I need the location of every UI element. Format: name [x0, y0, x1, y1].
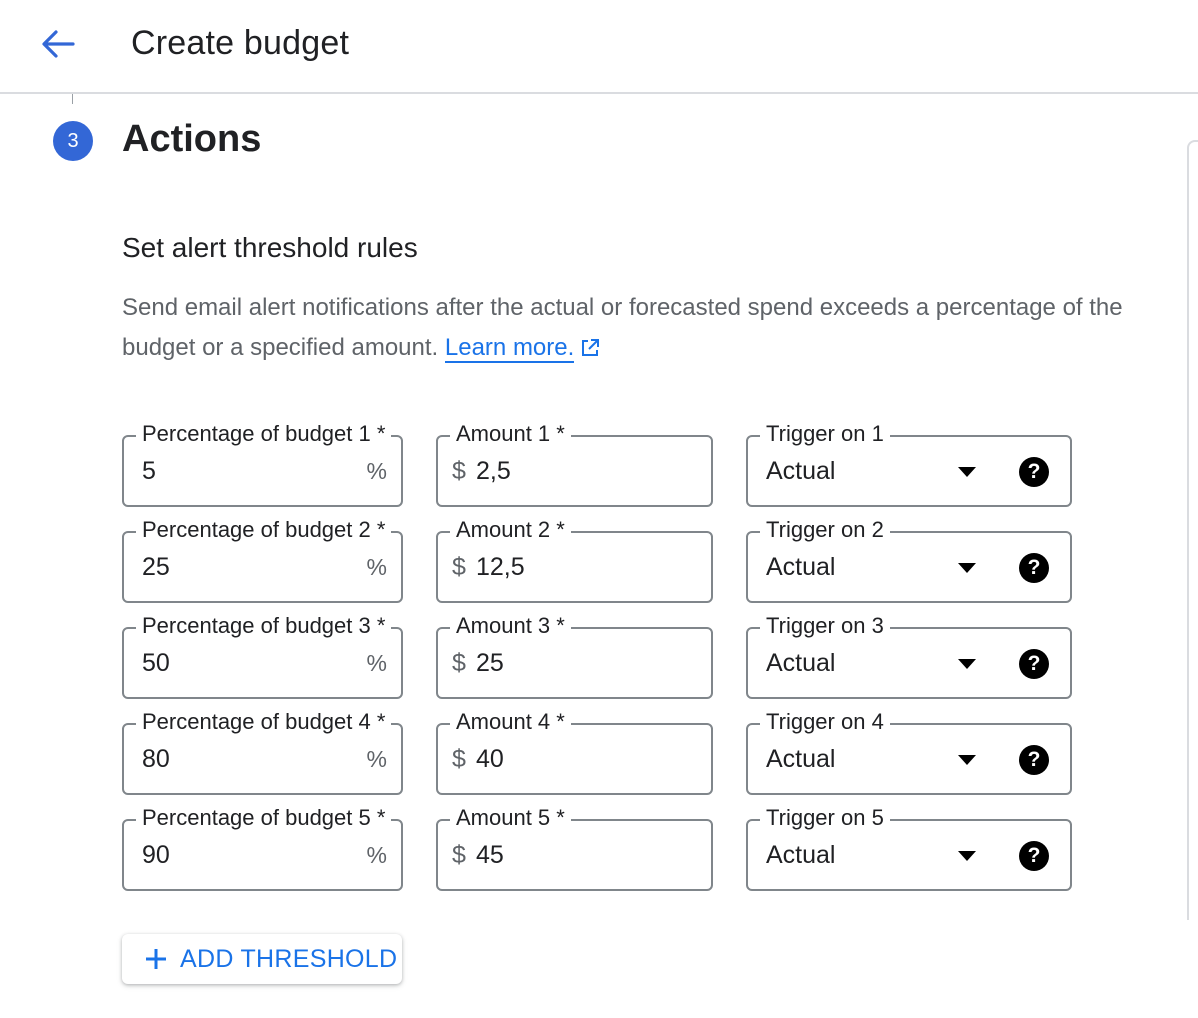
trigger-label: Trigger on 3 — [760, 613, 890, 639]
learn-more-link[interactable]: Learn more. — [444, 334, 575, 363]
percentage-field[interactable]: Percentage of budget 5 * 90 % — [122, 805, 403, 891]
trigger-value: Actual — [766, 457, 836, 485]
percentage-field[interactable]: Percentage of budget 4 * 80 % — [122, 709, 403, 795]
amount-field[interactable]: Amount 3 * $ 25 — [436, 613, 713, 699]
percentage-value: 5 — [142, 457, 156, 485]
amount-value: 40 — [476, 745, 504, 773]
trigger-select[interactable]: Trigger on 3 Actual ? — [746, 613, 1072, 699]
help-icon[interactable]: ? — [1019, 457, 1049, 487]
trigger-label: Trigger on 1 — [760, 421, 890, 447]
section-title: Set alert threshold rules — [122, 232, 418, 263]
panel-edge — [1187, 140, 1198, 920]
amount-value: 12,5 — [476, 553, 525, 581]
currency-prefix: $ — [452, 745, 466, 773]
amount-label: Amount 1 * — [450, 421, 571, 447]
step-title: Actions — [122, 118, 262, 160]
amount-field[interactable]: Amount 2 * $ 12,5 — [436, 517, 713, 603]
dropdown-arrow-icon[interactable] — [958, 851, 976, 861]
back-button[interactable] — [36, 24, 80, 64]
percent-suffix: % — [366, 842, 387, 868]
trigger-label: Trigger on 5 — [760, 805, 890, 831]
trigger-select[interactable]: Trigger on 4 Actual ? — [746, 709, 1072, 795]
dropdown-arrow-icon[interactable] — [958, 467, 976, 477]
amount-value: 45 — [476, 841, 504, 869]
percentage-label: Percentage of budget 2 * — [136, 517, 392, 543]
trigger-value: Actual — [766, 553, 836, 581]
currency-prefix: $ — [452, 649, 466, 677]
amount-field[interactable]: Amount 1 * $ 2,5 — [436, 421, 713, 507]
percent-suffix: % — [366, 554, 387, 580]
dropdown-arrow-icon[interactable] — [958, 755, 976, 765]
trigger-value: Actual — [766, 841, 836, 869]
page-title: Create budget — [131, 24, 350, 62]
stepper-connector — [72, 94, 73, 104]
percentage-label: Percentage of budget 4 * — [136, 709, 392, 735]
percentage-field[interactable]: Percentage of budget 1 * 5 % — [122, 421, 403, 507]
currency-prefix: $ — [452, 457, 466, 485]
trigger-select[interactable]: Trigger on 5 Actual ? — [746, 805, 1072, 891]
percentage-label: Percentage of budget 5 * — [136, 805, 392, 831]
currency-prefix: $ — [452, 841, 466, 869]
plus-icon — [144, 947, 168, 971]
trigger-label: Trigger on 4 — [760, 709, 890, 735]
amount-value: 25 — [476, 649, 504, 677]
currency-prefix: $ — [452, 553, 466, 581]
amount-label: Amount 5 * — [450, 805, 571, 831]
trigger-value: Actual — [766, 649, 836, 677]
amount-field[interactable]: Amount 5 * $ 45 — [436, 805, 713, 891]
description-text: Send email alert notifications after the… — [122, 294, 1123, 361]
help-icon[interactable]: ? — [1019, 649, 1049, 679]
amount-label: Amount 4 * — [450, 709, 571, 735]
help-icon[interactable]: ? — [1019, 841, 1049, 871]
percent-suffix: % — [366, 746, 387, 772]
trigger-label: Trigger on 2 — [760, 517, 890, 543]
section-description: Send email alert notifications after the… — [122, 288, 1162, 368]
page-header: Create budget — [0, 0, 1198, 94]
percentage-field[interactable]: Percentage of budget 3 * 50 % — [122, 613, 403, 699]
amount-field[interactable]: Amount 4 * $ 40 — [436, 709, 713, 795]
amount-value: 2,5 — [476, 457, 511, 485]
amount-label: Amount 3 * — [450, 613, 571, 639]
add-threshold-label: ADD THRESHOLD — [180, 944, 398, 973]
arrow-back-icon — [42, 30, 75, 58]
add-threshold-button[interactable]: ADD THRESHOLD — [122, 934, 402, 984]
trigger-value: Actual — [766, 745, 836, 773]
step-number-badge: 3 — [53, 121, 93, 161]
percentage-value: 25 — [142, 553, 170, 581]
trigger-select[interactable]: Trigger on 2 Actual ? — [746, 517, 1072, 603]
percentage-label: Percentage of budget 3 * — [136, 613, 392, 639]
help-icon[interactable]: ? — [1019, 553, 1049, 583]
trigger-select[interactable]: Trigger on 1 Actual ? — [746, 421, 1072, 507]
percentage-value: 90 — [142, 841, 170, 869]
percent-suffix: % — [366, 650, 387, 676]
percentage-value: 80 — [142, 745, 170, 773]
percent-suffix: % — [366, 458, 387, 484]
external-link-icon[interactable] — [580, 338, 600, 358]
percentage-value: 50 — [142, 649, 170, 677]
help-icon[interactable]: ? — [1019, 745, 1049, 775]
amount-label: Amount 2 * — [450, 517, 571, 543]
percentage-label: Percentage of budget 1 * — [136, 421, 392, 447]
percentage-field[interactable]: Percentage of budget 2 * 25 % — [122, 517, 403, 603]
dropdown-arrow-icon[interactable] — [958, 563, 976, 573]
dropdown-arrow-icon[interactable] — [958, 659, 976, 669]
